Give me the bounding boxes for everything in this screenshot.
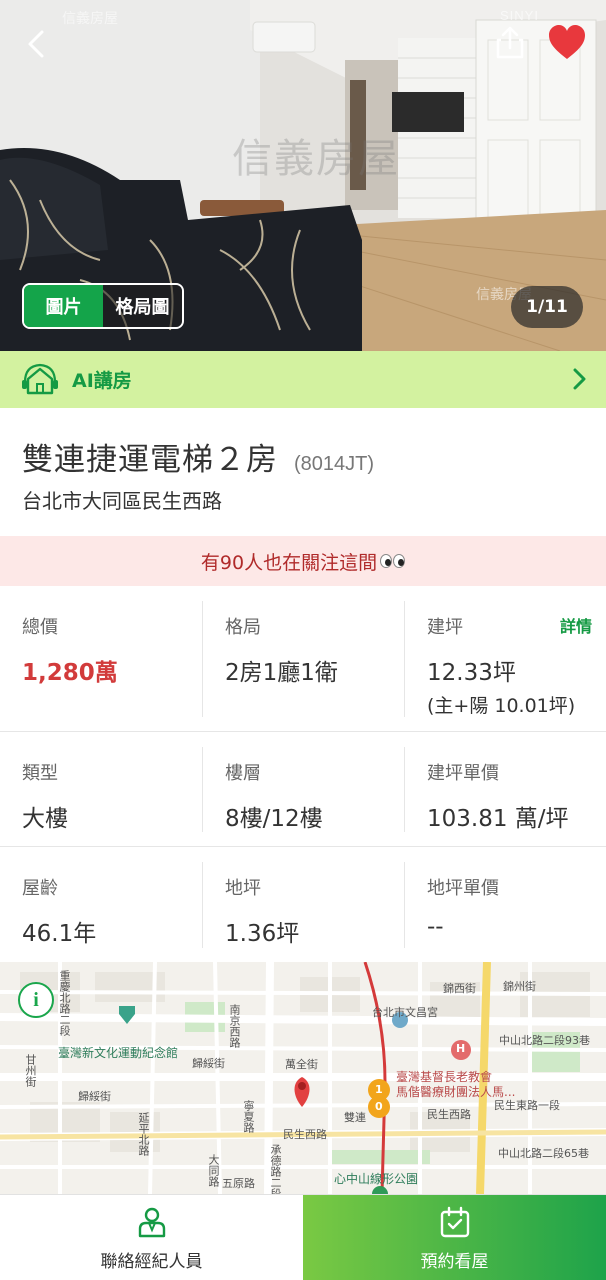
book-viewing-button[interactable]: 預約看屋 xyxy=(303,1195,606,1280)
hospital-icon: H xyxy=(456,1042,466,1055)
map-label-wenchang: 台北市文昌宮 xyxy=(372,1006,438,1019)
map-label-guisui2: 歸綏街 xyxy=(192,1057,225,1070)
spec-row-2: 類型 大樓 樓層 8樓/12樓 建坪單價 103.81 萬/坪 xyxy=(0,733,606,847)
map-label-linear-park: 心中山線形公園 xyxy=(334,1172,419,1186)
spec-layout: 格局 2房1廳1衛 xyxy=(202,601,404,717)
ai-tour-label: AI講房 xyxy=(72,370,132,392)
spec-unit-price: 建坪單價 103.81 萬/坪 xyxy=(404,747,606,832)
heart-icon xyxy=(549,25,585,59)
map-label-zhongshan-65: 中山北路二段65巷 xyxy=(498,1147,589,1160)
eyes-icon xyxy=(379,554,406,568)
listing-code: (8014JT) xyxy=(294,453,375,475)
photo-watermark-brand: SINYI xyxy=(500,8,539,23)
map-label-chengde: 承德路二段 xyxy=(269,1144,282,1194)
photo-watermark-top: 信義房屋 xyxy=(62,11,118,27)
spec-type: 類型 大樓 xyxy=(0,747,202,832)
map-label-jinzhou: 錦州街 xyxy=(503,980,536,993)
agent-icon xyxy=(138,1207,165,1237)
map-label-yanping: 延平北路 xyxy=(137,1112,150,1156)
map-label-jinxi: 錦西街 xyxy=(443,982,476,995)
ai-house-headset-icon xyxy=(22,363,58,394)
listing-address: 台北市大同區民生西路 xyxy=(22,489,222,513)
spec-label: 類型 xyxy=(22,763,58,784)
chevron-right-icon xyxy=(573,368,586,390)
photo-counter: 1/11 xyxy=(511,286,583,328)
map-label-nanjing: 南京西路 xyxy=(228,1004,241,1048)
tab-photos[interactable]: 圖片 xyxy=(24,285,103,327)
spec-label: 樓層 xyxy=(225,763,261,784)
watchers-text: 有90人也在關注這間 xyxy=(200,551,378,574)
spec-building-area: 建坪 詳情 12.33坪 (主+陽 10.01坪) xyxy=(404,601,606,717)
spec-label: 地坪單價 xyxy=(427,878,499,899)
map-label-minsheng-w: 民生西路 xyxy=(427,1108,471,1121)
spec-floor: 樓層 8樓/12樓 xyxy=(202,747,404,832)
photo-type-toggle: 圖片 格局圖 xyxy=(22,283,184,329)
map-info-button[interactable]: i xyxy=(18,982,54,1018)
listing-photo[interactable]: 信義房屋 SINYI 信義房屋 信義房屋 圖片 格局圖 1/11 xyxy=(0,0,606,351)
contact-agent-button[interactable]: 聯絡經紀人員 xyxy=(0,1195,303,1280)
area-detail-link[interactable]: 詳情 xyxy=(560,613,592,637)
map-label-minsheng-w2: 民生西路 xyxy=(283,1128,327,1141)
spec-value: 12.33坪 xyxy=(427,660,516,686)
listing-title: 雙連捷運電梯２房 xyxy=(22,442,278,478)
book-viewing-label: 預約看屋 xyxy=(420,1251,489,1272)
spec-land-area: 地坪 1.36坪 xyxy=(202,862,404,948)
listing-title-row: 雙連捷運電梯２房 (8014JT) xyxy=(22,434,374,479)
chevron-left-icon xyxy=(28,30,44,58)
spec-label: 總價 xyxy=(22,617,58,638)
spec-value: 103.81 萬/坪 xyxy=(427,806,569,832)
spec-value: 1,280萬 xyxy=(22,660,118,686)
map-label-zhongshan-93: 中山北路二段93巷 xyxy=(499,1034,590,1047)
tab-floor-plan[interactable]: 格局圖 xyxy=(103,285,182,327)
bottom-action-bar: 聯絡經紀人員 預約看屋 xyxy=(0,1194,606,1280)
spec-label: 建坪 xyxy=(427,617,463,638)
spec-value: 1.36坪 xyxy=(225,921,300,947)
watchers-banner: 有90人也在關注這間 xyxy=(0,536,606,586)
spec-row-3: 屋齡 46.1年 地坪 1.36坪 地坪單價 -- xyxy=(0,848,606,962)
calendar-check-icon xyxy=(440,1206,469,1237)
spec-value: 8樓/12樓 xyxy=(225,806,323,832)
spec-sub-value: (主+陽 10.01坪) xyxy=(427,695,576,717)
location-map[interactable]: i 錦西街 錦州街 台北市文昌宮 中山北路二段93巷 臺灣新文化運動紀念館 臺灣… xyxy=(0,962,606,1194)
spec-land-unit-price: 地坪單價 -- xyxy=(404,862,606,948)
contact-agent-label: 聯絡經紀人員 xyxy=(100,1251,203,1272)
map-cluster-badge-1[interactable]: 1 xyxy=(375,1083,383,1096)
map-label-shuanglian: 雙連 xyxy=(344,1111,366,1124)
map-label-wanquan: 萬全街 xyxy=(285,1058,318,1071)
spec-label: 建坪單價 xyxy=(427,763,499,784)
map-label-wuyuan: 五原路 xyxy=(222,1177,255,1190)
map-label-gansu: 甘州街 xyxy=(24,1054,37,1087)
back-button[interactable] xyxy=(18,24,58,64)
spec-label: 地坪 xyxy=(225,878,261,899)
map-cluster-badge-0[interactable]: 0 xyxy=(375,1100,383,1113)
spec-label: 屋齡 xyxy=(22,878,58,899)
map-label-chongqing: 重慶北路二段 xyxy=(58,970,71,1036)
spec-value: 2房1廳1衛 xyxy=(225,660,338,686)
spec-value: 大樓 xyxy=(22,806,68,832)
spec-age: 屋齡 46.1年 xyxy=(0,862,202,948)
map-label-dadao: 大同路 xyxy=(207,1154,220,1187)
map-label-new-culture: 臺灣新文化運動紀念館 xyxy=(58,1046,179,1060)
spec-value: 46.1年 xyxy=(22,921,97,947)
spec-row-1: 總價 1,280萬 格局 2房1廳1衛 建坪 詳情 12.33坪 (主+陽 10… xyxy=(0,587,606,732)
favorite-button[interactable] xyxy=(546,22,588,64)
spec-total-price: 總價 1,280萬 xyxy=(0,601,202,717)
spec-value: -- xyxy=(427,914,444,940)
map-label-ningxia: 寧夏路 xyxy=(242,1100,255,1133)
map-label-guisui: 歸綏街 xyxy=(78,1090,111,1103)
spec-label: 格局 xyxy=(225,617,261,638)
map-label-minsheng-e: 民生東路一段 xyxy=(494,1099,560,1112)
ai-tour-bar[interactable]: AI講房 xyxy=(0,351,606,408)
share-icon xyxy=(496,26,524,59)
share-button[interactable] xyxy=(490,22,530,62)
photo-watermark-center: 信義房屋 xyxy=(232,136,400,182)
